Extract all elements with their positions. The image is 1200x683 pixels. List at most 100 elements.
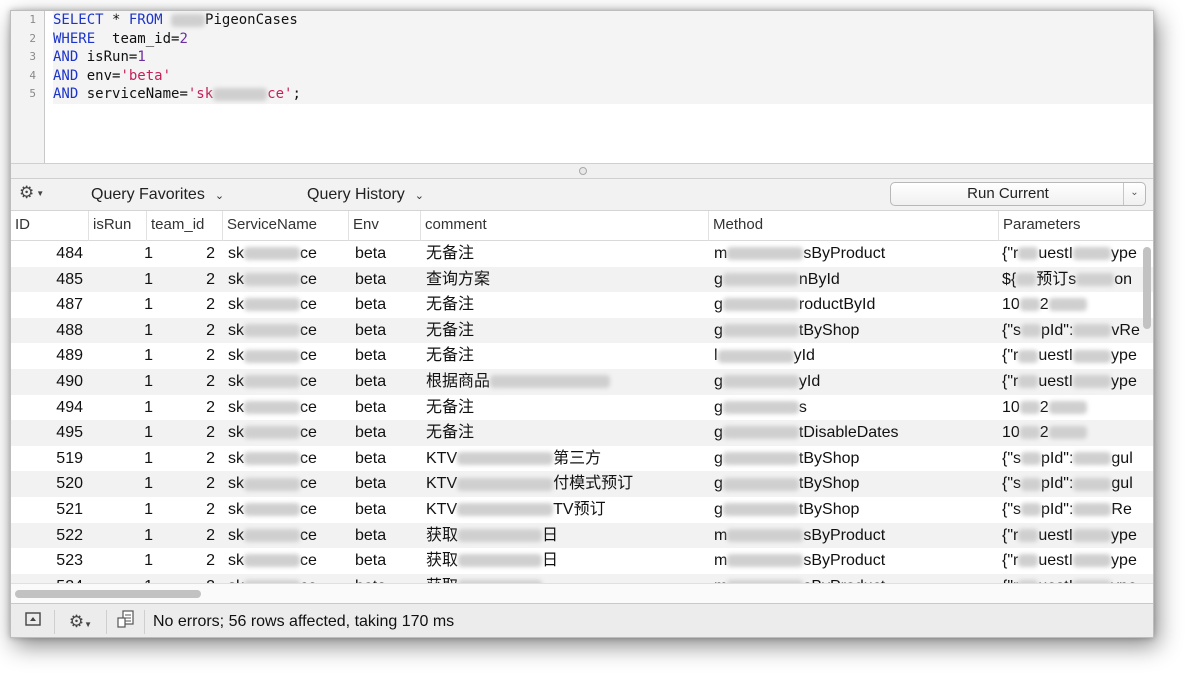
- cell-env: beta: [355, 475, 387, 493]
- cell-text: 日: [542, 526, 559, 544]
- cell-text: TV预订: [553, 501, 606, 518]
- sql-line[interactable]: SELECT * FROM PigeonCases: [53, 11, 1153, 30]
- vertical-scrollbar[interactable]: [1141, 245, 1153, 583]
- cell-team-id: 2: [206, 552, 215, 570]
- column-header-team-id[interactable]: team_id: [147, 211, 223, 241]
- cell-parameters: {"r uestI ype: [1002, 343, 1140, 369]
- query-history-dropdown[interactable]: Query History ⌄: [307, 184, 424, 206]
- table-row[interactable]: 487 1 2 sk ce beta 无备注 g roductById 10 2: [11, 292, 1153, 318]
- column-header-id[interactable]: ID: [11, 211, 89, 241]
- redacted-text: [490, 375, 611, 389]
- cell-text: ce: [300, 373, 317, 390]
- sql-text: team_id=: [95, 30, 180, 47]
- cell-text: m: [714, 245, 728, 262]
- table-row[interactable]: 495 1 2 sk ce beta 无备注 g tDisableDates 10 2: [11, 420, 1153, 446]
- cell-text: sk: [228, 321, 244, 339]
- editor-results-splitter[interactable]: [11, 163, 1153, 179]
- scrollbar-thumb[interactable]: [15, 590, 201, 598]
- cell-team-id: 2: [206, 449, 215, 467]
- column-header-env[interactable]: Env: [349, 211, 421, 241]
- cell-text: sk: [228, 526, 244, 544]
- cell-text: pId":: [1041, 475, 1074, 493]
- redacted-text: [722, 324, 799, 338]
- cell-text: 获取: [426, 552, 459, 570]
- cell-method: g tByShop: [714, 471, 996, 497]
- cell-text: 第三方: [553, 449, 602, 467]
- cell-text: {"s: [1002, 475, 1022, 493]
- redacted-text: [1073, 247, 1112, 261]
- panel-toggle-button[interactable]: [11, 610, 55, 634]
- cell-text: 无备注: [426, 424, 475, 442]
- run-current-button[interactable]: Run Current ⌄: [890, 182, 1146, 206]
- scrollbar-thumb[interactable]: [1143, 247, 1151, 329]
- cell-servicename: sk ce: [228, 241, 346, 267]
- sql-line[interactable]: WHERE team_id=2: [53, 29, 1153, 48]
- cell-text: 10: [1002, 424, 1020, 442]
- table-row[interactable]: 490 1 2 sk ce beta 根据商品 g yId {"r uestI ype: [11, 369, 1153, 395]
- sql-line[interactable]: AND serviceName='sk ce';: [53, 85, 1153, 104]
- redacted-text: [457, 503, 554, 517]
- statusbar-gear-button[interactable]: ⚙▼: [55, 610, 107, 634]
- table-row[interactable]: 494 1 2 sk ce beta 无备注 g s 10 2: [11, 395, 1153, 421]
- table-row[interactable]: 522 1 2 sk ce beta 获取 日 m sByProduct {"r uestI ype: [11, 522, 1153, 549]
- column-header-method[interactable]: Method: [709, 211, 999, 241]
- sql-keyword: AND: [53, 67, 79, 84]
- export-button[interactable]: [107, 610, 145, 634]
- sql-keyword: AND: [53, 49, 79, 65]
- cell-text: g: [714, 424, 723, 442]
- table-row[interactable]: 519 1 2 sk ce beta KTV 第三方 g tByShop {"s pId": gul: [11, 446, 1153, 472]
- table-row[interactable]: 484 1 2 sk ce beta 无备注 m sByProduct {"r uestI ype: [11, 241, 1153, 267]
- cell-isrun: 1: [144, 347, 153, 365]
- cell-env: beta: [355, 501, 387, 518]
- splitter-handle[interactable]: [579, 167, 587, 175]
- cell-comment: 根据商品: [426, 369, 706, 395]
- chevron-down-icon: ⌄: [414, 190, 425, 202]
- table-row[interactable]: 524 12 skce beta 获取… msByProduct {"ruestIype: [11, 573, 1153, 583]
- redacted-text: [1073, 554, 1112, 568]
- column-header-parameters[interactable]: Parameters: [999, 211, 1153, 241]
- column-header-isrun[interactable]: isRun: [89, 211, 147, 241]
- redacted-text: [244, 272, 300, 286]
- sql-code[interactable]: SELECT * FROM PigeonCases WHERE team_id=…: [53, 11, 1153, 104]
- cell-id: 485: [56, 270, 83, 288]
- redacted-text: [1018, 247, 1039, 261]
- run-options-chevron-icon[interactable]: ⌄: [1123, 183, 1145, 205]
- sql-editor[interactable]: 1 2 3 4 5 SELECT * FROM PigeonCases WHER…: [11, 11, 1153, 163]
- redacted-text: [458, 554, 543, 568]
- cell-id: 519: [56, 449, 83, 467]
- redacted-text: [244, 324, 300, 338]
- query-favorites-dropdown[interactable]: Query Favorites ⌄: [91, 184, 224, 206]
- cell-method: g tByShop: [714, 446, 996, 472]
- redacted-text: [244, 298, 300, 312]
- redacted-text: [1048, 426, 1087, 440]
- status-bar: ⚙▼ No errors; 56 rows affected, taking 1…: [11, 603, 1153, 637]
- cell-isrun: 1: [144, 296, 153, 314]
- toolbar-gear-button[interactable]: ⚙ ▼: [19, 183, 55, 205]
- table-row[interactable]: 489 1 2 sk ce beta 无备注 l yId {"r uestI ype: [11, 343, 1153, 369]
- query-toolbar: ⚙ ▼ Query Favorites ⌄ Query History ⌄ Run C…: [11, 179, 1153, 211]
- sql-number: 2: [179, 30, 188, 47]
- column-header-servicename[interactable]: ServiceName: [223, 211, 349, 241]
- redacted-text: [244, 247, 300, 261]
- sql-line[interactable]: AND env='beta': [53, 66, 1153, 85]
- table-row[interactable]: 523 1 2 sk ce beta 获取 日 m sByProduct {"r uestI ype: [11, 548, 1153, 574]
- sql-line[interactable]: AND isRun=1: [53, 48, 1153, 67]
- panel-toggle-icon: [24, 612, 41, 626]
- cell-text: sk: [228, 552, 244, 570]
- cell-comment: 查询方案: [426, 267, 706, 293]
- cell-parameters: 10 2: [1002, 420, 1140, 446]
- cell-text: vRe: [1111, 321, 1140, 339]
- cell-text: 无备注: [426, 245, 475, 262]
- column-header-comment[interactable]: comment: [421, 211, 709, 241]
- table-row[interactable]: 520 1 2 sk ce beta KTV 付模式预订 g tByShop {"s pId": gul: [11, 471, 1153, 497]
- table-row[interactable]: 521 1 2 sk ce beta KTV TV预订 g tByShop {"s pId": Re: [11, 497, 1153, 523]
- cell-text: g: [714, 475, 723, 493]
- horizontal-scrollbar[interactable]: [11, 583, 1153, 603]
- line-number: 5: [29, 87, 36, 100]
- table-row[interactable]: 485 1 2 sk ce beta 查询方案 g nById ${预订s on: [11, 266, 1153, 293]
- cell-env: beta: [355, 424, 387, 442]
- query-favorites-label: Query Favorites: [91, 186, 205, 203]
- cell-env: beta: [355, 347, 387, 365]
- table-row[interactable]: 488 1 2 sk ce beta 无备注 g tByShop {"s pId": vRe: [11, 317, 1153, 344]
- cell-text: yId: [798, 373, 821, 390]
